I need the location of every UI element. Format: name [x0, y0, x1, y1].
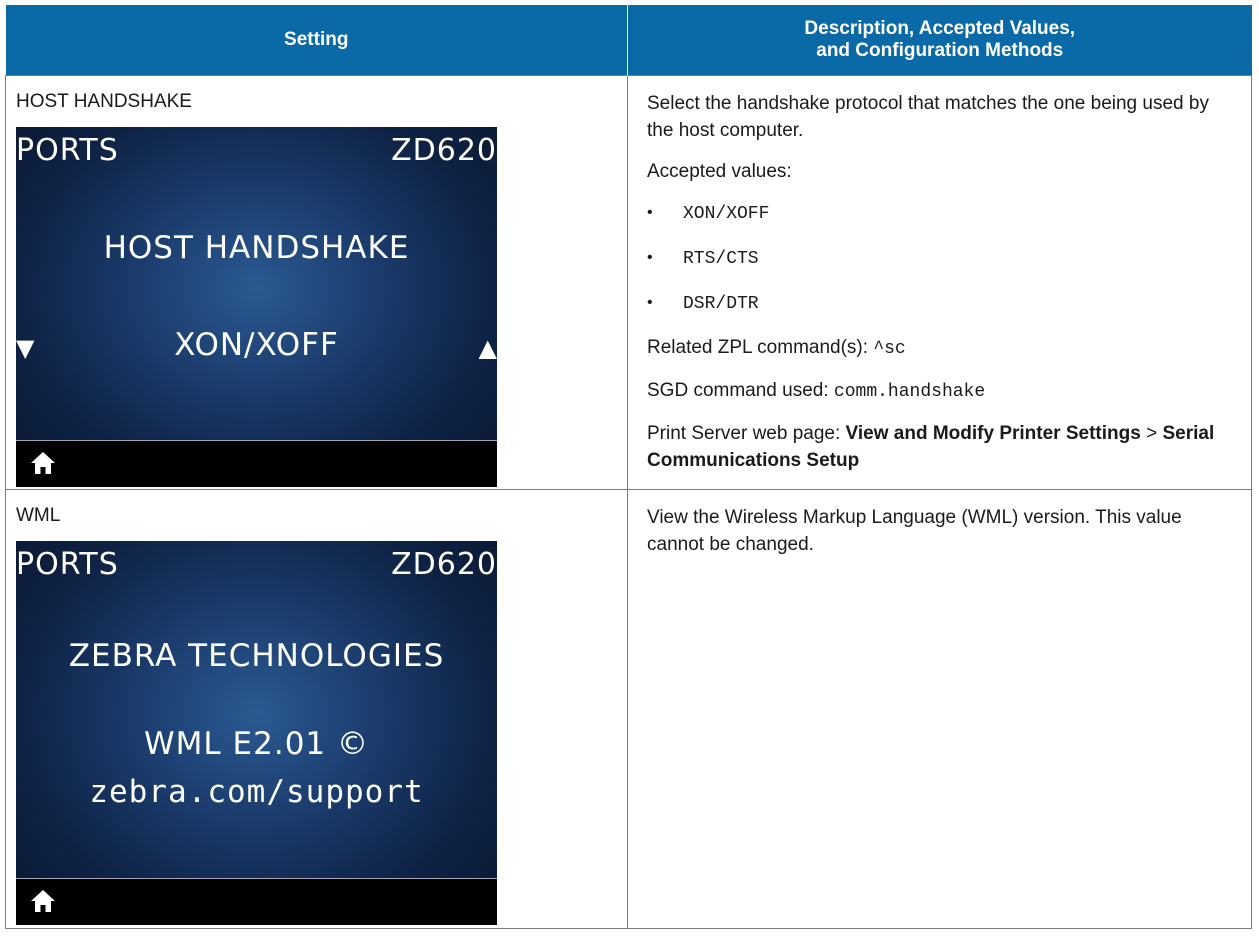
up-arrow-icon: ▲	[478, 334, 497, 362]
setting-cell: HOST HANDSHAKE PORTS ZD620 HOST HANDSHAK…	[5, 75, 628, 490]
display-menu-name: PORTS	[16, 547, 119, 582]
setting-name: HOST HANDSHAKE	[16, 91, 192, 112]
setting-cell: WML PORTS ZD620 ZEBRA TECHNOLOGIES WML E…	[5, 489, 628, 929]
table-header-row: Setting Description, Accepted Values, and…	[5, 5, 1252, 76]
display-footer-bar	[16, 878, 497, 925]
bullet-icon: •	[647, 249, 653, 266]
display-setting-title: HOST HANDSHAKE	[103, 230, 410, 266]
description-text: Select the handshake protocol that match…	[647, 93, 1209, 141]
display-menu-name: PORTS	[16, 133, 119, 168]
sgd-command-line: SGD command used: comm.handshake	[647, 380, 986, 402]
accepted-values-list: • XON/XOFF • RTS/CTS • DSR/DTR	[647, 199, 1233, 318]
settings-table: Setting Description, Accepted Values, and…	[5, 5, 1252, 929]
zpl-command: ^sc	[873, 339, 906, 359]
description-text: View the Wireless Markup Language (WML) …	[647, 507, 1182, 555]
display-company-name: ZEBRA TECHNOLOGIES	[68, 638, 445, 674]
home-icon	[31, 452, 55, 474]
home-icon	[31, 890, 55, 912]
list-item: • DSR/DTR	[647, 289, 1233, 318]
bullet-icon: •	[647, 294, 653, 311]
printer-display: PORTS ZD620 ZEBRA TECHNOLOGIES WML E2.01…	[16, 541, 497, 925]
web-page-path: Print Server web page: View and Modify P…	[647, 423, 1215, 471]
sgd-command: comm.handshake	[833, 382, 986, 402]
bullet-icon: •	[647, 204, 653, 221]
list-item: • XON/XOFF	[647, 199, 1233, 228]
printer-display: PORTS ZD620 HOST HANDSHAKE ▼ XON/XOFF ▲	[16, 127, 497, 487]
setting-name: WML	[16, 505, 61, 526]
display-wml-version: WML E2.01 ©	[144, 726, 369, 762]
list-item: • RTS/CTS	[647, 244, 1233, 273]
display-support-url: zebra.com/support	[89, 774, 424, 810]
description-cell: Select the handshake protocol that match…	[627, 75, 1252, 490]
table-row: HOST HANDSHAKE PORTS ZD620 HOST HANDSHAK…	[5, 75, 1252, 490]
accepted-values-label: Accepted values:	[647, 161, 792, 182]
header-description: Description, Accepted Values, and Configu…	[627, 5, 1252, 76]
display-footer-bar	[16, 440, 497, 487]
description-cell: View the Wireless Markup Language (WML) …	[627, 489, 1252, 929]
display-setting-value: XON/XOFF	[174, 327, 339, 363]
display-model-name: ZD620	[391, 133, 497, 168]
display-model-name: ZD620	[391, 547, 497, 582]
zpl-command-line: Related ZPL command(s): ^sc	[647, 337, 906, 359]
header-setting: Setting	[5, 5, 628, 76]
table-row: WML PORTS ZD620 ZEBRA TECHNOLOGIES WML E…	[5, 489, 1252, 929]
